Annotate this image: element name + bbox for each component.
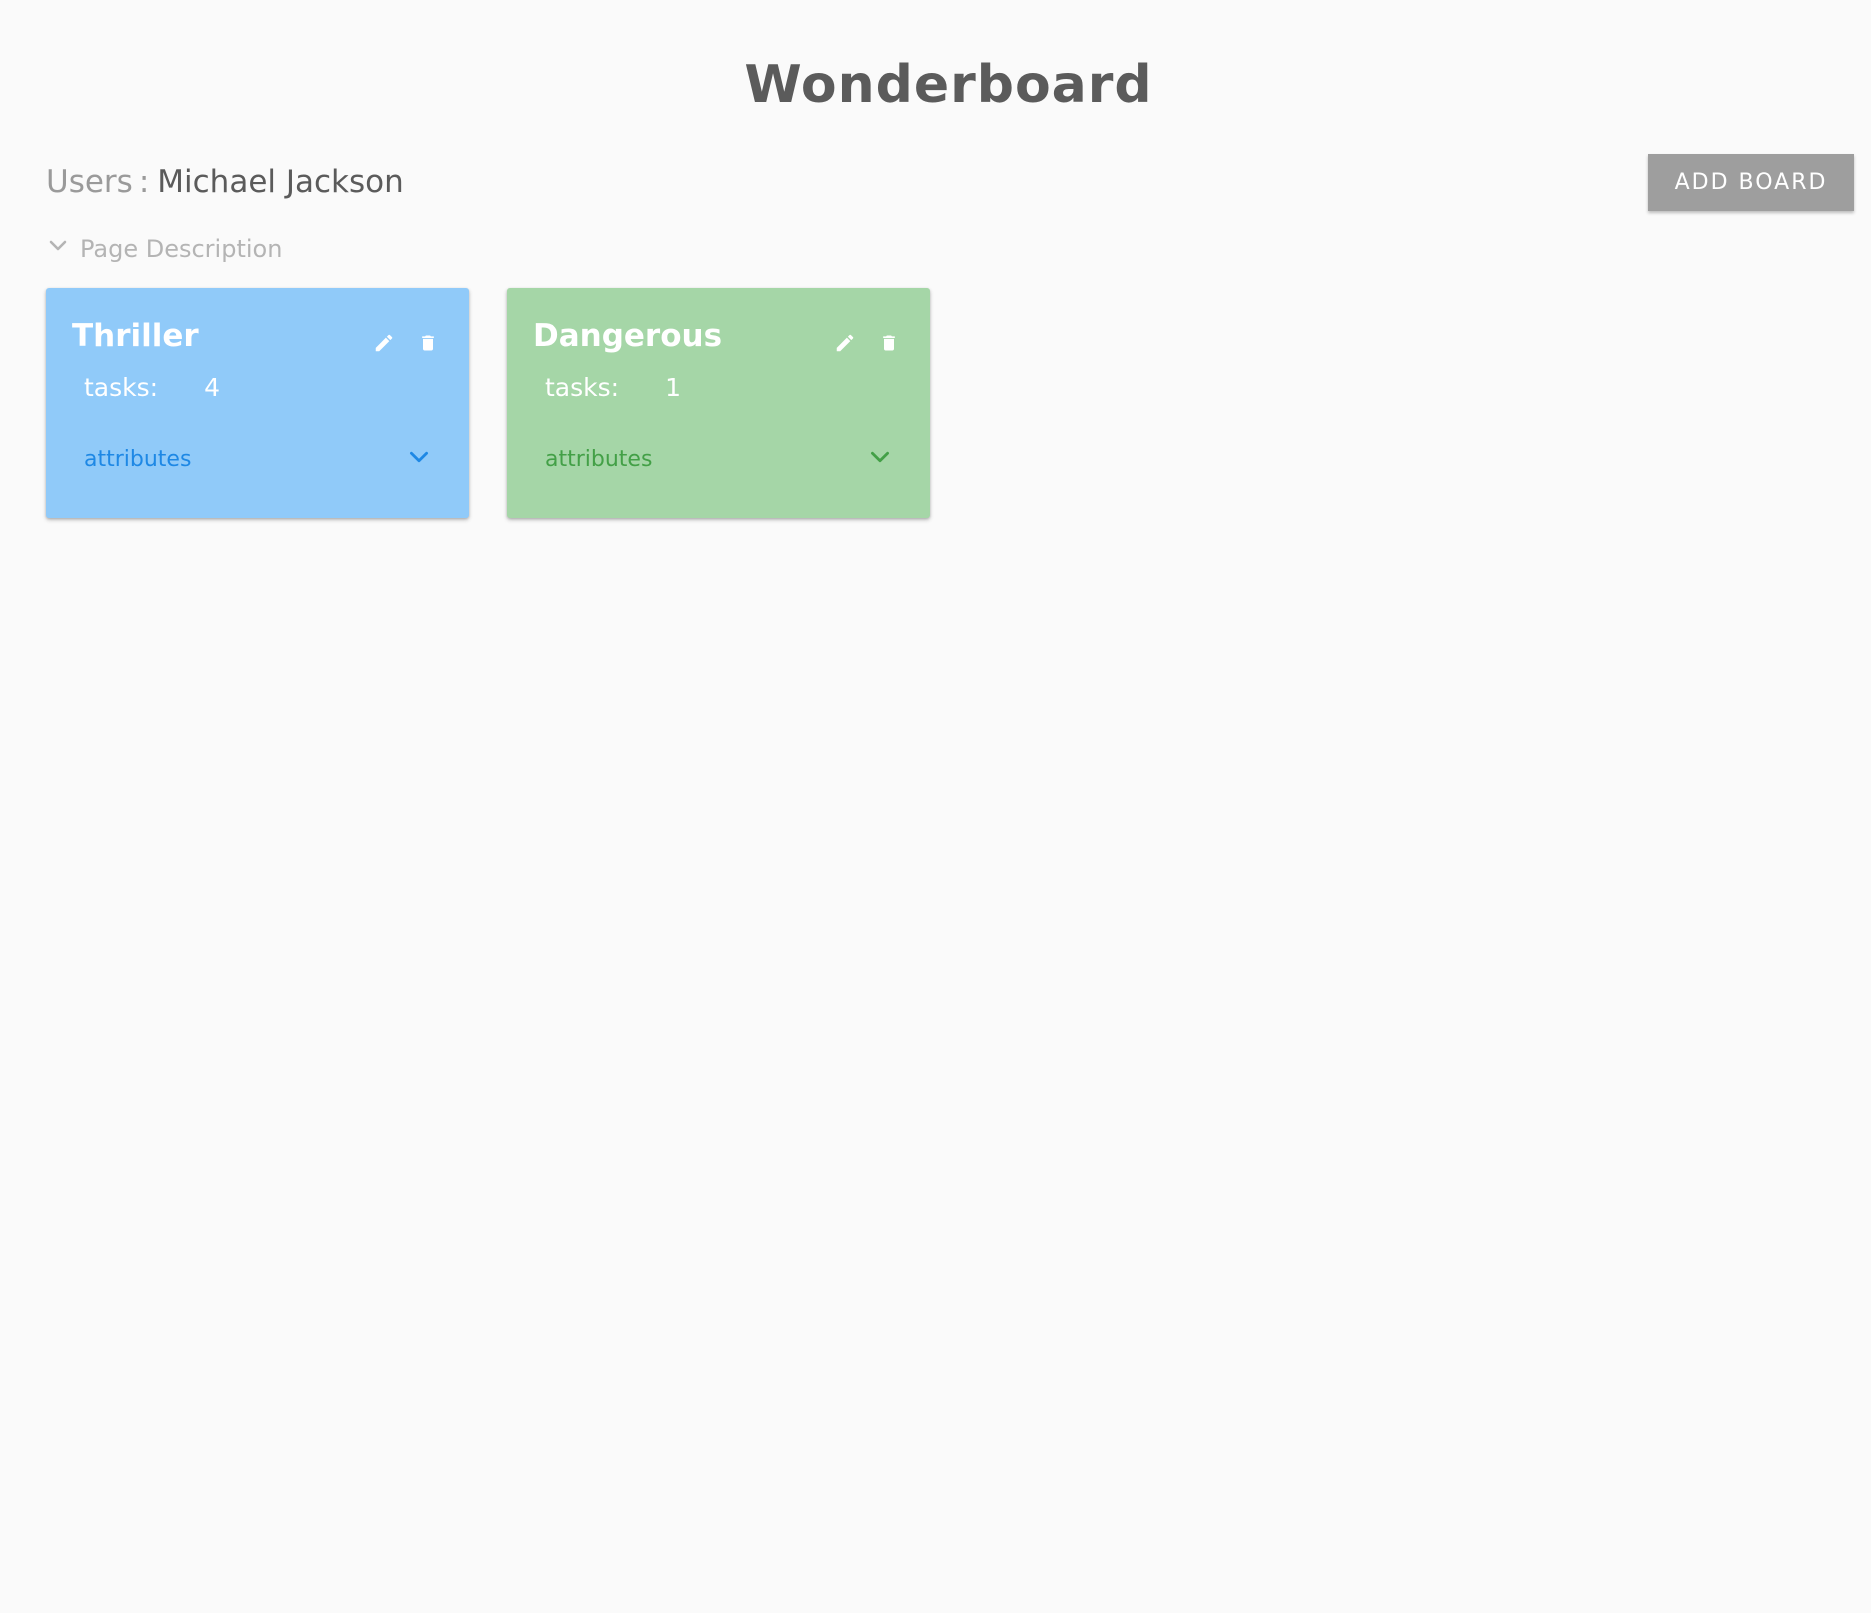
attributes-label: attributes: [545, 446, 653, 472]
pencil-icon[interactable]: [829, 327, 861, 359]
tasks-label: tasks:: [84, 373, 159, 402]
page-description-toggle[interactable]: Page Description: [46, 232, 282, 266]
trash-icon[interactable]: [873, 327, 905, 359]
add-board-button[interactable]: ADD BOARD: [1648, 154, 1854, 211]
board-card-thriller[interactable]: Thriller tasks: 4 attributes: [46, 288, 469, 518]
user-name: Michael Jackson: [157, 164, 404, 200]
board-card-dangerous[interactable]: Dangerous tasks: 1 attributes: [507, 288, 930, 518]
tasks-line: tasks: 1: [545, 373, 681, 402]
board-title: Dangerous: [533, 318, 723, 354]
chevron-down-icon: [867, 444, 893, 474]
tasks-line: tasks: 4: [84, 373, 220, 402]
users-line: Users: Michael Jackson: [46, 162, 404, 202]
attributes-toggle[interactable]: attributes: [545, 441, 893, 477]
tasks-label: tasks:: [545, 373, 620, 402]
page-description-label: Page Description: [80, 235, 283, 263]
attributes-toggle[interactable]: attributes: [84, 441, 432, 477]
chevron-down-icon: [406, 444, 432, 474]
chevron-down-icon: [46, 234, 80, 264]
tasks-count: 1: [665, 373, 681, 402]
attributes-label: attributes: [84, 446, 192, 472]
users-separator: :: [138, 164, 150, 200]
tasks-count: 4: [204, 373, 220, 402]
trash-icon[interactable]: [412, 327, 444, 359]
pencil-icon[interactable]: [368, 327, 400, 359]
board-title: Thriller: [72, 318, 199, 354]
app-title: Wonderboard: [744, 55, 1153, 115]
users-label: Users: [46, 164, 133, 200]
